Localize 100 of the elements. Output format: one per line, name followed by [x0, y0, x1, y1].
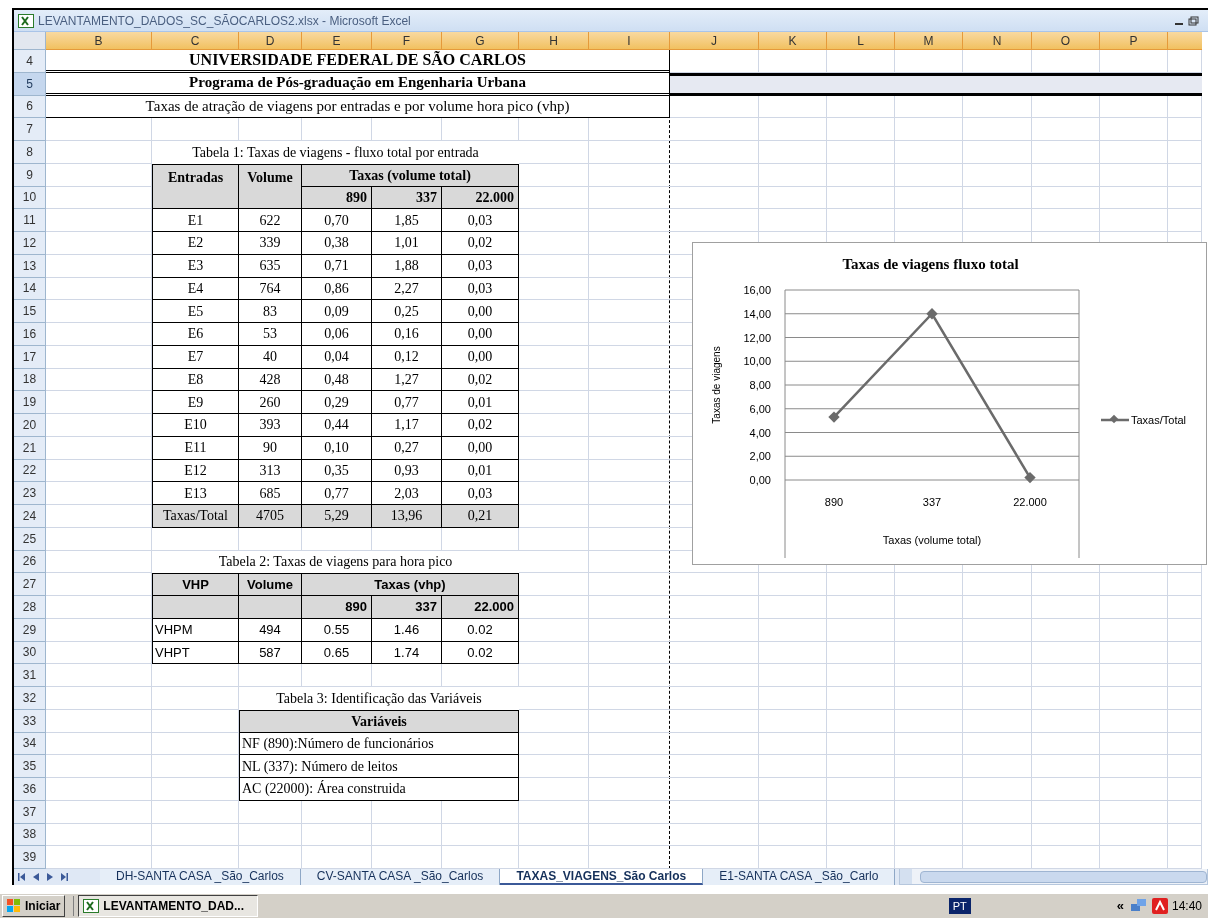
excel-icon [83, 899, 100, 913]
table-header: 890 [302, 186, 372, 210]
row-header[interactable]: 10 [14, 186, 46, 210]
first-sheet-icon[interactable] [18, 872, 26, 881]
chart-title: Taxas de viagens fluxo total [842, 256, 1019, 272]
table-cell: NL (337): Número de leitos [239, 755, 519, 778]
row-header[interactable]: 30 [14, 641, 46, 665]
row-header[interactable]: 23 [14, 482, 46, 505]
column-header[interactable]: B [46, 32, 152, 50]
column-header[interactable]: F [372, 32, 442, 50]
column-header[interactable]: C [152, 32, 239, 50]
row-header[interactable]: 15 [14, 300, 46, 323]
table-cell: 0,02 [442, 414, 519, 437]
table-cell: 0,06 [302, 323, 372, 346]
table-cell: 0.02 [442, 618, 519, 642]
row-header[interactable]: 8 [14, 141, 46, 164]
table-cell: 0,10 [302, 436, 372, 460]
column-header[interactable]: E [302, 32, 372, 50]
row-header[interactable]: 36 [14, 778, 46, 801]
row-header[interactable]: 22 [14, 459, 46, 483]
antivirus-icon[interactable] [1151, 898, 1168, 914]
y-tick-label: 6,00 [749, 402, 771, 415]
row-header[interactable]: 20 [14, 414, 46, 437]
y-tick-label: 2,00 [749, 450, 771, 463]
x-tick-label: 337 [922, 496, 942, 508]
table-cell: 0,02 [442, 368, 519, 392]
table-cell: 2,27 [372, 277, 442, 301]
language-indicator[interactable]: PT [948, 897, 971, 915]
row-header[interactable]: 38 [14, 823, 46, 847]
table-cell: 0,02 [442, 232, 519, 255]
table-cell: 260 [239, 391, 302, 414]
table-header: Variáveis [239, 709, 519, 733]
column-header[interactable]: M [895, 32, 963, 50]
row-header[interactable]: 12 [14, 232, 46, 255]
column-header[interactable]: L [827, 32, 895, 50]
row-header[interactable]: 16 [14, 323, 46, 346]
row-header[interactable]: 13 [14, 254, 46, 278]
last-sheet-icon[interactable] [60, 872, 68, 881]
row-header[interactable]: 14 [14, 277, 46, 301]
table-cell: 0,16 [372, 323, 442, 346]
table-cell: 0,03 [442, 482, 519, 505]
table-cell: E11 [152, 436, 239, 460]
row-header[interactable]: 9 [14, 163, 46, 187]
row-header[interactable]: 27 [14, 573, 46, 596]
row-header[interactable]: 26 [14, 550, 46, 574]
table-caption: Tabela 3: Identificação das Variáveis [239, 687, 519, 710]
column-header[interactable]: J [670, 32, 759, 50]
table-cell: 5,29 [302, 505, 372, 528]
row-header[interactable]: 4 [14, 50, 46, 73]
column-header[interactable]: D [239, 32, 302, 50]
row-header[interactable]: 17 [14, 345, 46, 369]
table-cell: E5 [152, 300, 239, 323]
row-header[interactable]: 39 [14, 846, 46, 869]
table-cell: 0,04 [302, 345, 372, 369]
next-sheet-icon[interactable] [46, 872, 54, 881]
table-cell: 0,27 [372, 436, 442, 460]
table-header: 22.000 [442, 596, 519, 619]
row-header[interactable]: 35 [14, 755, 46, 778]
table-cell: E10 [152, 414, 239, 437]
column-header[interactable]: H [519, 32, 589, 50]
row-header[interactable]: 29 [14, 618, 46, 642]
column-header[interactable]: O [1032, 32, 1100, 50]
tray-expand-button[interactable]: « [1114, 896, 1126, 916]
row-header[interactable]: 32 [14, 687, 46, 710]
table-cell: 1,27 [372, 368, 442, 392]
table-cell: E2 [152, 232, 239, 255]
network-icon[interactable] [1129, 898, 1148, 914]
table-caption: Tabela 1: Taxas de viagens - fluxo total por entrada [152, 141, 519, 164]
y-tick-label: 4,00 [749, 426, 771, 439]
row-header[interactable]: 11 [14, 209, 46, 232]
column-header[interactable]: P [1100, 32, 1168, 50]
legend-line-icon [1101, 414, 1129, 424]
row-header[interactable]: 21 [14, 436, 46, 460]
row-header[interactable]: 18 [14, 368, 46, 392]
taskbar-button[interactable]: LEVANTAMENTO_DAD... [78, 895, 259, 917]
table-cell: 0,01 [442, 391, 519, 414]
column-header[interactable]: K [759, 32, 827, 50]
column-header[interactable]: I [589, 32, 670, 50]
table-cell: 0,03 [442, 209, 519, 232]
row-header[interactable]: 5 [14, 72, 46, 96]
table-cell: 685 [239, 482, 302, 505]
row-header[interactable]: 25 [14, 527, 46, 551]
heading-text: Programa de Pós-graduação em Engenharia Urbana [46, 72, 670, 96]
table-cell: 0,25 [372, 300, 442, 323]
restore-icon[interactable] [1188, 15, 1200, 26]
row-header[interactable]: 6 [14, 95, 46, 119]
row-header[interactable]: 7 [14, 118, 46, 141]
previous-sheet-icon[interactable] [32, 872, 40, 881]
column-header[interactable]: G [442, 32, 519, 50]
row-header[interactable]: 19 [14, 391, 46, 414]
row-header[interactable]: 31 [14, 664, 46, 687]
table-header: 22.000 [442, 186, 519, 210]
row-header[interactable]: 28 [14, 596, 46, 619]
row-header[interactable]: 34 [14, 732, 46, 756]
row-header[interactable]: 37 [14, 800, 46, 824]
start-button[interactable]: Iniciar [2, 895, 66, 917]
table-cell: 587 [239, 641, 302, 665]
column-header[interactable]: N [963, 32, 1032, 50]
row-header[interactable]: 24 [14, 505, 46, 528]
row-header[interactable]: 33 [14, 709, 46, 733]
